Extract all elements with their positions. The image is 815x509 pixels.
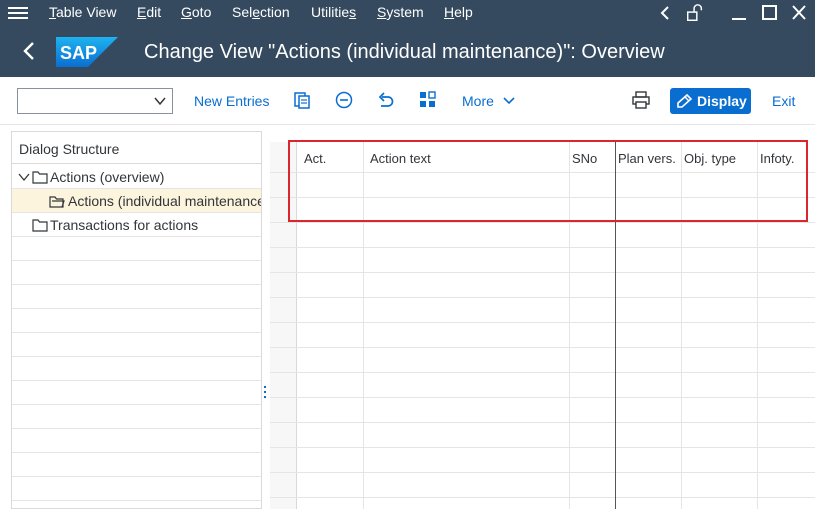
column-divider (569, 142, 570, 509)
select-all-icon[interactable] (418, 90, 438, 110)
dialog-structure-panel: Dialog Structure Actions (overview) Acti… (11, 131, 262, 509)
menu-table-view[interactable]: Table View (49, 4, 116, 21)
table-row[interactable] (270, 498, 815, 509)
more-menu-button[interactable]: More (462, 93, 516, 110)
tree-empty-row (12, 237, 261, 261)
table-row[interactable] (270, 198, 815, 223)
panel-splitter-handle[interactable] (262, 386, 268, 402)
table-row[interactable] (270, 398, 815, 423)
menu-system[interactable]: System (377, 4, 424, 21)
chevron-down-icon (154, 97, 166, 106)
svg-text:SAP: SAP (60, 43, 97, 63)
menu-bar: Table View Edit Goto Selection Utilities… (0, 0, 815, 26)
tree-item-label: Transactions for actions (50, 217, 199, 233)
back-arrow-icon[interactable] (18, 37, 42, 65)
tree-item-label: Actions (individual maintenance) (68, 193, 262, 209)
table-row[interactable] (270, 448, 815, 473)
glasses-edit-icon (677, 93, 693, 108)
menu-utilities[interactable]: Utilities (311, 4, 356, 21)
menu-help[interactable]: Help (444, 4, 473, 21)
table-row[interactable] (270, 473, 815, 498)
unlock-icon[interactable] (685, 3, 705, 23)
delete-icon[interactable] (334, 90, 354, 110)
folder-icon (32, 219, 48, 232)
column-header-act[interactable]: Act. (304, 151, 326, 166)
sap-logo: SAP (56, 37, 118, 67)
column-divider-fixed (615, 142, 616, 509)
close-icon[interactable] (789, 4, 809, 22)
minimize-icon[interactable] (729, 4, 749, 22)
exit-button[interactable]: Exit (772, 93, 795, 110)
maximize-icon[interactable] (759, 4, 779, 22)
column-header-obj-type[interactable]: Obj. type (684, 151, 736, 166)
undo-icon[interactable] (376, 90, 396, 110)
column-header-plan-vers[interactable]: Plan vers. (618, 151, 676, 166)
table-row[interactable] (270, 423, 815, 448)
table-row[interactable] (270, 323, 815, 348)
tree-item-label: Actions (overview) (50, 169, 165, 185)
display-label: Display (697, 93, 747, 109)
tree-item-actions-individual-maintenance[interactable]: Actions (individual maintenance) (12, 189, 262, 213)
new-entries-button[interactable]: New Entries (194, 93, 269, 110)
toolbar: New Entries More Display Exit (0, 77, 815, 125)
tree-empty-row (12, 381, 261, 405)
tree-empty-row (12, 429, 261, 453)
page-title: Change View "Actions (individual mainten… (144, 41, 665, 63)
menu-selection[interactable]: Selection (232, 4, 290, 21)
table-row[interactable] (270, 298, 815, 323)
chevron-down-icon[interactable] (18, 172, 30, 182)
tree-item-actions-overview[interactable]: Actions (overview) (12, 165, 261, 189)
print-icon[interactable] (631, 90, 651, 110)
table-row[interactable] (270, 223, 815, 248)
open-folder-icon (49, 196, 65, 208)
action-combo-box[interactable] (17, 88, 173, 114)
column-header-sno[interactable]: SNo (572, 151, 597, 166)
table-row[interactable] (270, 173, 815, 198)
column-divider (757, 142, 758, 509)
copy-as-icon[interactable] (292, 90, 312, 110)
chevron-down-icon (503, 97, 515, 105)
display-button[interactable]: Display (670, 88, 751, 114)
menu-goto[interactable]: Goto (181, 4, 211, 21)
tree-empty-row (12, 309, 261, 333)
title-bar: SAP Change View "Actions (individual mai… (0, 26, 815, 77)
tree-empty-row (12, 405, 261, 429)
table-row[interactable] (270, 348, 815, 373)
more-label: More (462, 93, 494, 109)
tree-empty-row (12, 285, 261, 309)
hamburger-menu-icon[interactable] (8, 5, 28, 21)
menu-edit[interactable]: Edit (137, 4, 161, 21)
tree-empty-row (12, 477, 261, 501)
tree-item-transactions-for-actions[interactable]: Transactions for actions (12, 213, 261, 237)
tree-empty-row (12, 261, 261, 285)
folder-icon (32, 171, 48, 184)
column-divider (363, 142, 364, 509)
table-row[interactable] (270, 273, 815, 298)
table-row[interactable] (270, 248, 815, 273)
tree-empty-row (12, 453, 261, 477)
tree-empty-row (12, 357, 261, 381)
column-header-action-text[interactable]: Action text (370, 151, 431, 166)
back-chevron-icon[interactable] (656, 4, 676, 22)
column-header-infoty[interactable]: Infoty. (760, 151, 794, 166)
dialog-structure-header: Dialog Structure (12, 132, 261, 164)
actions-table: Act. Action text SNo Plan vers. Obj. typ… (270, 142, 815, 509)
column-divider (681, 142, 682, 509)
tree-empty-row (12, 333, 261, 357)
table-row[interactable] (270, 373, 815, 398)
